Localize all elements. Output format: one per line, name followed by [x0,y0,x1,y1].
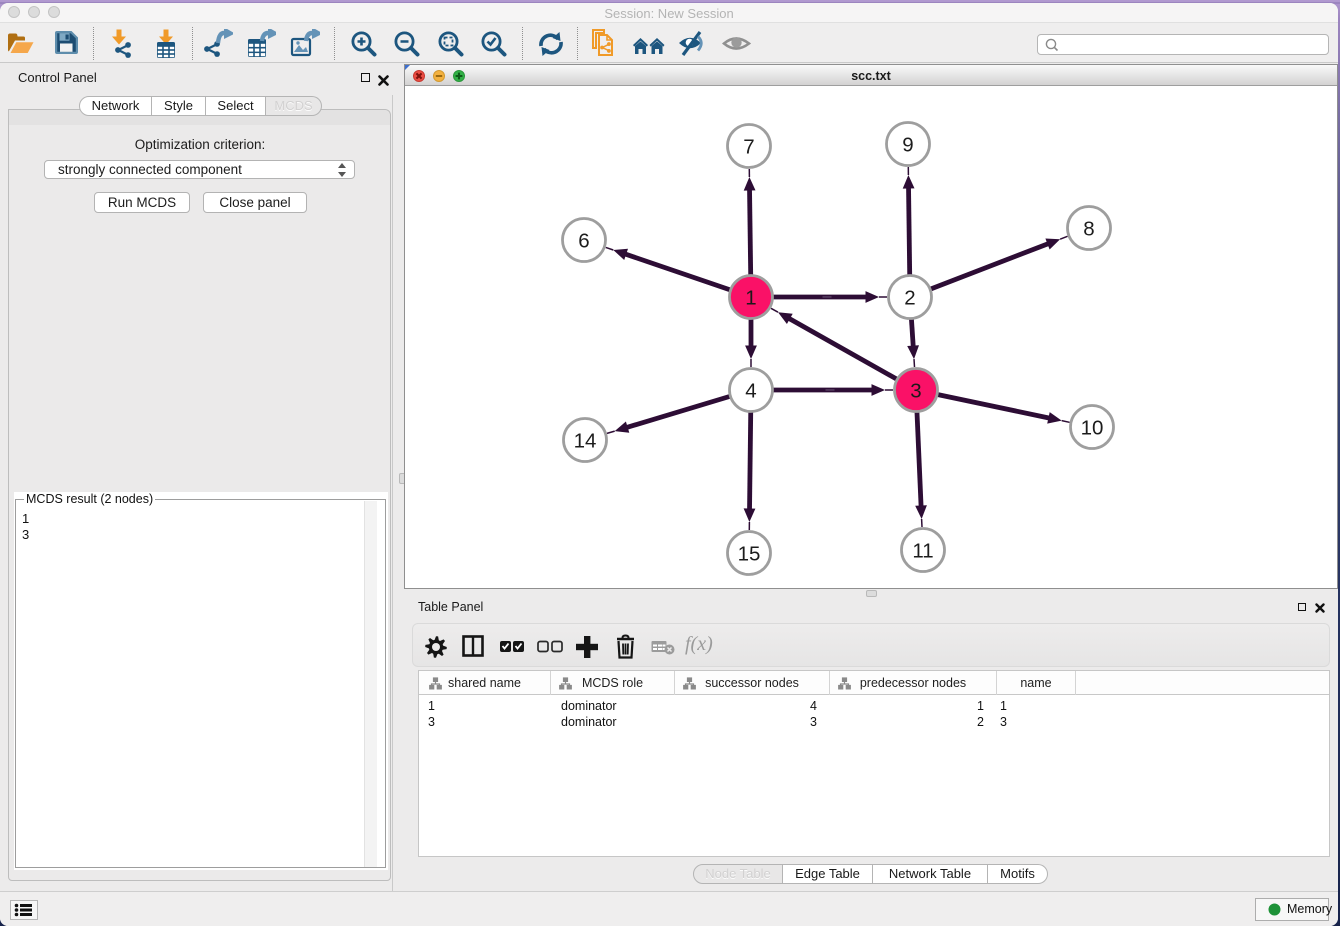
svg-text:6: 6 [578,229,589,252]
svg-text:2: 2 [904,286,915,309]
svg-text:10: 10 [1081,416,1104,439]
svg-text:7: 7 [743,135,754,158]
svg-text:8: 8 [1083,217,1094,240]
svg-text:11: 11 [912,539,933,562]
svg-text:3: 3 [910,379,921,402]
svg-text:1: 1 [745,286,756,309]
svg-text:14: 14 [574,429,597,452]
svg-text:4: 4 [745,379,756,402]
svg-text:15: 15 [738,542,761,565]
svg-text:9: 9 [902,133,913,156]
